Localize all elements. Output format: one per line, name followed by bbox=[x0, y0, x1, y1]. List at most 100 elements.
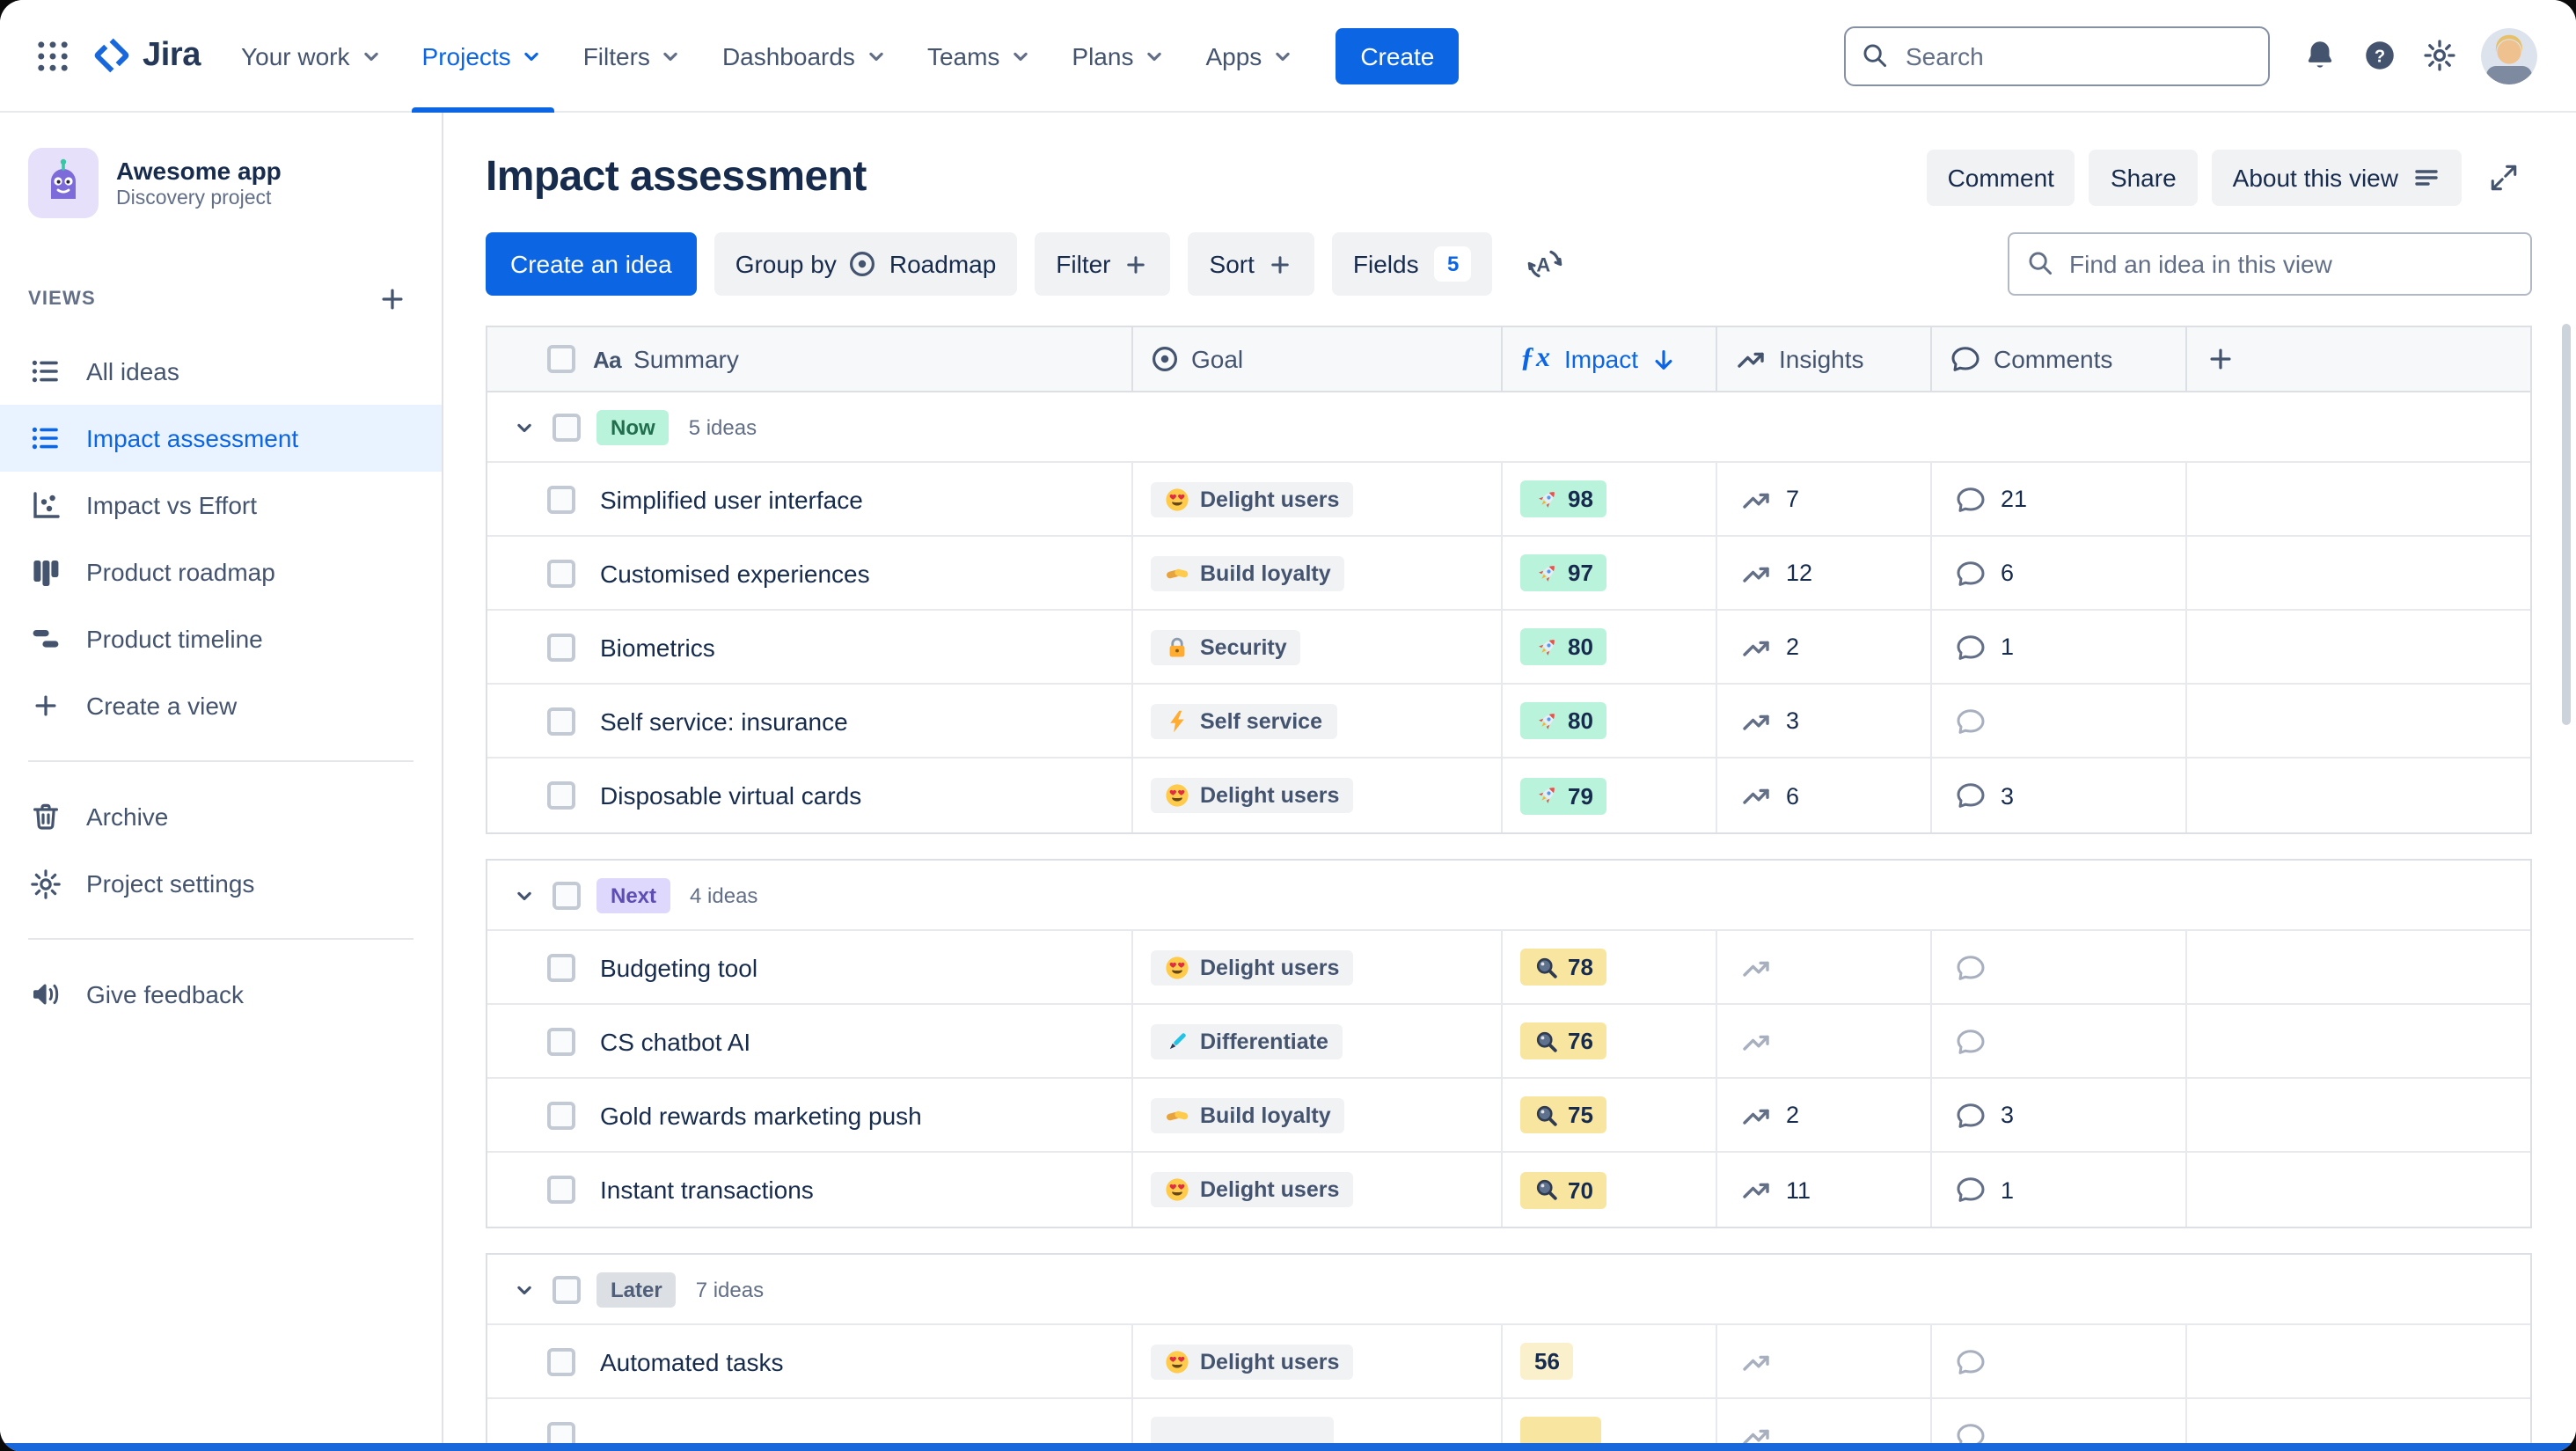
about-view-button[interactable]: About this view bbox=[2211, 150, 2462, 206]
row-checkbox[interactable] bbox=[547, 707, 575, 735]
table-row[interactable]: Simplified user interface Delight users 98… bbox=[487, 463, 2530, 537]
impact-cell[interactable]: 56 bbox=[1501, 1325, 1716, 1397]
row-checkbox[interactable] bbox=[547, 953, 575, 981]
table-row[interactable]: Instant transactions Delight users 70 11 1 bbox=[487, 1153, 2530, 1227]
goal-cell[interactable]: Self service bbox=[1131, 685, 1501, 757]
sidebar-item-project-settings[interactable]: Project settings bbox=[0, 850, 442, 917]
scrollbar[interactable] bbox=[2562, 324, 2571, 725]
comments-cell[interactable] bbox=[1930, 685, 2185, 757]
impact-cell[interactable]: 80 bbox=[1501, 611, 1716, 683]
settings-icon[interactable] bbox=[2411, 27, 2467, 84]
summary-cell[interactable]: Budgeting tool bbox=[487, 931, 1131, 1003]
comments-cell[interactable]: 3 bbox=[1930, 758, 2185, 832]
nav-item-apps[interactable]: Apps bbox=[1186, 0, 1314, 112]
insights-cell[interactable] bbox=[1716, 931, 1930, 1003]
sidebar-item-product-roadmap[interactable]: Product roadmap bbox=[0, 539, 442, 605]
sidebar-item-give-feedback[interactable]: Give feedback bbox=[0, 961, 442, 1028]
summary-cell[interactable]: Gold rewards marketing push bbox=[487, 1079, 1131, 1151]
comments-cell[interactable] bbox=[1930, 1325, 2185, 1397]
comments-cell[interactable]: 6 bbox=[1930, 537, 2185, 609]
auto-sort-icon[interactable]: A bbox=[1518, 236, 1574, 292]
create-button[interactable]: Create bbox=[1336, 27, 1460, 84]
group-checkbox[interactable] bbox=[553, 413, 581, 441]
comments-column-header[interactable]: Comments bbox=[1930, 327, 2185, 391]
row-checkbox[interactable] bbox=[547, 485, 575, 513]
row-checkbox[interactable] bbox=[547, 781, 575, 810]
row-checkbox[interactable] bbox=[547, 1027, 575, 1055]
sidebar-item-impact-assessment[interactable]: Impact assessment bbox=[0, 405, 442, 472]
insights-cell[interactable]: 7 bbox=[1716, 463, 1930, 535]
summary-cell[interactable]: Automated tasks bbox=[487, 1325, 1131, 1397]
add-column-button[interactable] bbox=[2185, 327, 2530, 391]
goal-cell[interactable]: Delight users bbox=[1131, 1325, 1501, 1397]
table-row[interactable]: Automated tasks Delight users 56 bbox=[487, 1325, 2530, 1399]
add-view-icon[interactable] bbox=[371, 278, 413, 320]
table-row[interactable]: Gold rewards marketing push Build loyalty… bbox=[487, 1079, 2530, 1153]
group-checkbox[interactable] bbox=[553, 881, 581, 909]
select-all-checkbox[interactable] bbox=[547, 345, 575, 373]
insights-cell[interactable]: 6 bbox=[1716, 758, 1930, 832]
table-row[interactable]: Disposable virtual cards Delight users 79 6… bbox=[487, 758, 2530, 832]
impact-cell[interactable]: 75 bbox=[1501, 1079, 1716, 1151]
app-switcher-icon[interactable] bbox=[25, 27, 81, 84]
comment-button[interactable]: Comment bbox=[1926, 150, 2075, 206]
insights-cell[interactable]: 11 bbox=[1716, 1153, 1930, 1227]
insights-column-header[interactable]: Insights bbox=[1716, 327, 1930, 391]
impact-cell[interactable]: 70 bbox=[1501, 1153, 1716, 1227]
insights-cell[interactable] bbox=[1716, 1005, 1930, 1077]
fields-button[interactable]: Fields 5 bbox=[1331, 232, 1493, 296]
goal-cell[interactable]: Delight users bbox=[1131, 758, 1501, 832]
sidebar-item-create-a-view[interactable]: Create a view bbox=[0, 672, 442, 739]
table-row[interactable]: Biometrics Security 80 2 1 bbox=[487, 611, 2530, 685]
impact-column-header[interactable]: ƒx Impact bbox=[1501, 327, 1716, 391]
insights-cell[interactable]: 2 bbox=[1716, 611, 1930, 683]
row-checkbox[interactable] bbox=[547, 1347, 575, 1375]
goal-cell[interactable]: Delight users bbox=[1131, 463, 1501, 535]
summary-cell[interactable]: Disposable virtual cards bbox=[487, 758, 1131, 832]
group-header[interactable]: Later 7 ideas bbox=[487, 1255, 2530, 1325]
impact-cell[interactable]: 78 bbox=[1501, 931, 1716, 1003]
row-checkbox[interactable] bbox=[547, 559, 575, 587]
nav-item-plans[interactable]: Plans bbox=[1052, 0, 1186, 112]
sidebar-item-product-timeline[interactable]: Product timeline bbox=[0, 605, 442, 672]
table-row[interactable]: Budgeting tool Delight users 78 bbox=[487, 931, 2530, 1005]
comments-cell[interactable]: 3 bbox=[1930, 1079, 2185, 1151]
sort-button[interactable]: Sort bbox=[1188, 232, 1314, 296]
chevron-down-icon[interactable] bbox=[512, 883, 537, 907]
nav-item-projects[interactable]: Projects bbox=[403, 0, 564, 112]
group-by-button[interactable]: Group by Roadmap bbox=[714, 232, 1018, 296]
row-checkbox[interactable] bbox=[547, 1176, 575, 1204]
summary-cell[interactable]: CS chatbot AI bbox=[487, 1005, 1131, 1077]
goal-cell[interactable]: Security bbox=[1131, 611, 1501, 683]
chevron-down-icon[interactable] bbox=[512, 414, 537, 439]
chevron-down-icon[interactable] bbox=[512, 1277, 537, 1301]
jira-logo[interactable]: Jira bbox=[84, 35, 218, 76]
goal-cell[interactable]: Build loyalty bbox=[1131, 537, 1501, 609]
comments-cell[interactable]: 21 bbox=[1930, 463, 2185, 535]
goal-column-header[interactable]: Goal bbox=[1131, 327, 1501, 391]
comments-cell[interactable]: 1 bbox=[1930, 611, 2185, 683]
insights-cell[interactable]: 12 bbox=[1716, 537, 1930, 609]
goal-cell[interactable]: Delight users bbox=[1131, 1153, 1501, 1227]
goal-cell[interactable]: Differentiate bbox=[1131, 1005, 1501, 1077]
goal-cell[interactable]: Build loyalty bbox=[1131, 1079, 1501, 1151]
nav-item-filters[interactable]: Filters bbox=[564, 0, 703, 112]
impact-cell[interactable]: 98 bbox=[1501, 463, 1716, 535]
summary-cell[interactable]: Customised experiences bbox=[487, 537, 1131, 609]
filter-button[interactable]: Filter bbox=[1035, 232, 1171, 296]
summary-cell[interactable]: Instant transactions bbox=[487, 1153, 1131, 1227]
search-input[interactable] bbox=[1844, 26, 2270, 85]
goal-cell[interactable]: Delight users bbox=[1131, 931, 1501, 1003]
impact-cell[interactable]: 80 bbox=[1501, 685, 1716, 757]
notifications-icon[interactable] bbox=[2291, 27, 2347, 84]
sidebar-item-all-ideas[interactable]: All ideas bbox=[0, 338, 442, 405]
table-row[interactable]: Customised experiences Build loyalty 97 12 6 bbox=[487, 537, 2530, 611]
summary-cell[interactable]: Biometrics bbox=[487, 611, 1131, 683]
group-header[interactable]: Next 4 ideas bbox=[487, 861, 2530, 931]
insights-cell[interactable]: 2 bbox=[1716, 1079, 1930, 1151]
nav-item-dashboards[interactable]: Dashboards bbox=[703, 0, 908, 112]
summary-cell[interactable]: Self service: insurance bbox=[487, 685, 1131, 757]
comments-cell[interactable]: 1 bbox=[1930, 1153, 2185, 1227]
create-idea-button[interactable]: Create an idea bbox=[486, 232, 697, 296]
help-icon[interactable]: ? bbox=[2351, 27, 2407, 84]
